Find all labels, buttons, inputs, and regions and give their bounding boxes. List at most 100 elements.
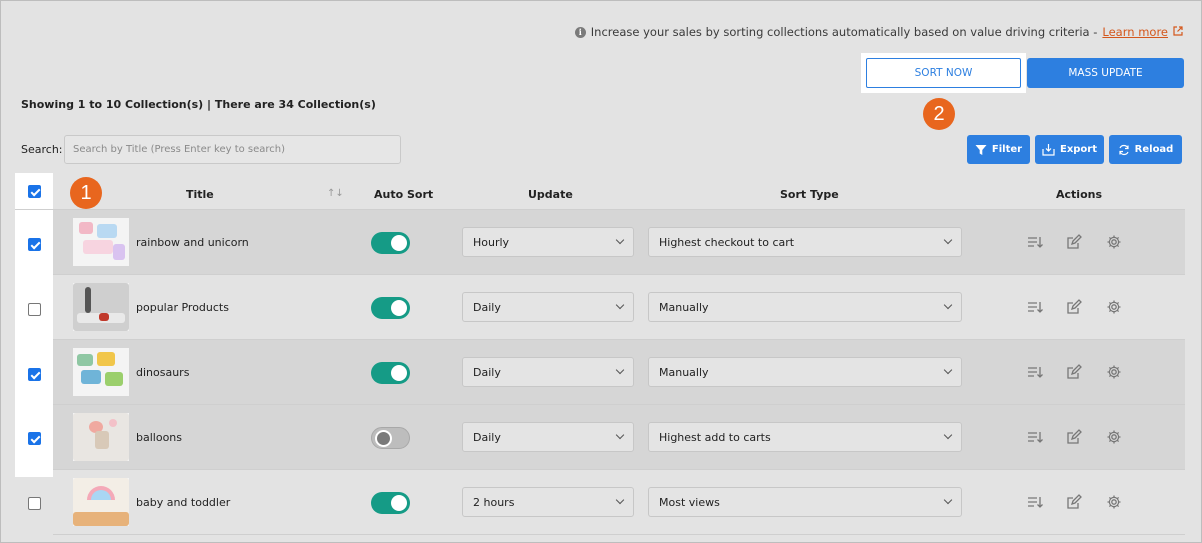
- edit-icon[interactable]: [1066, 494, 1082, 510]
- chevron-down-icon: [943, 365, 953, 375]
- chevron-down-icon: [943, 235, 953, 245]
- mass-update-button[interactable]: MASS UPDATE: [1027, 58, 1184, 88]
- edit-icon[interactable]: [1066, 234, 1082, 250]
- row-checkbox[interactable]: [28, 432, 41, 445]
- auto-sort-toggle[interactable]: [371, 297, 410, 319]
- update-select[interactable]: Daily: [462, 422, 634, 452]
- edit-icon[interactable]: [1066, 299, 1082, 315]
- gear-icon[interactable]: [1106, 364, 1122, 380]
- column-actions: Actions: [1056, 188, 1102, 201]
- auto-sort-toggle[interactable]: [371, 362, 410, 384]
- update-select[interactable]: Daily: [462, 357, 634, 387]
- sort-list-icon[interactable]: [1027, 299, 1043, 315]
- reload-icon: [1119, 144, 1129, 155]
- step-badge-1: 1: [70, 177, 102, 209]
- reload-button[interactable]: Reload: [1109, 135, 1182, 164]
- sort-type-value: Manually: [659, 365, 709, 379]
- collection-thumbnail: [73, 413, 129, 461]
- table-row: rainbow and unicorn Hourly Highest check…: [53, 210, 1185, 275]
- row-checkbox[interactable]: [28, 497, 41, 510]
- learn-more-link[interactable]: Learn more: [1102, 25, 1168, 39]
- update-value: Daily: [473, 430, 501, 444]
- sort-type-value: Most views: [659, 495, 720, 509]
- collection-title[interactable]: baby and toddler: [136, 496, 230, 509]
- filter-button[interactable]: Filter: [967, 135, 1030, 164]
- column-title[interactable]: Title: [186, 188, 214, 201]
- sort-type-select[interactable]: Highest add to carts: [648, 422, 962, 452]
- search-input[interactable]: [64, 135, 401, 164]
- filter-icon: [975, 144, 987, 155]
- sort-type-select[interactable]: Highest checkout to cart: [648, 227, 962, 257]
- collection-title[interactable]: dinosaurs: [136, 366, 189, 379]
- update-select[interactable]: Daily: [462, 292, 634, 322]
- column-sort-type: Sort Type: [780, 188, 839, 201]
- collection-thumbnail: [73, 218, 129, 266]
- update-value: Hourly: [473, 235, 510, 249]
- sort-type-select[interactable]: Manually: [648, 357, 962, 387]
- sort-list-icon[interactable]: [1027, 494, 1043, 510]
- update-value: 2 hours: [473, 495, 515, 509]
- update-select[interactable]: 2 hours: [462, 487, 634, 517]
- sort-type-select[interactable]: Manually: [648, 292, 962, 322]
- table-row: balloons Daily Highest add to carts: [53, 405, 1185, 470]
- row-checkbox[interactable]: [28, 238, 41, 251]
- sort-now-button[interactable]: SORT NOW: [866, 58, 1021, 88]
- edit-icon[interactable]: [1066, 364, 1082, 380]
- table-row: baby and toddler 2 hours Most views: [53, 470, 1185, 535]
- sort-type-value: Highest add to carts: [659, 430, 771, 444]
- sort-now-highlight: SORT NOW: [861, 53, 1026, 93]
- table-row: dinosaurs Daily Manually: [53, 340, 1185, 405]
- chevron-down-icon: [943, 495, 953, 505]
- reload-label: Reload: [1134, 144, 1174, 155]
- chevron-down-icon: [615, 430, 625, 440]
- external-link-icon[interactable]: [1173, 25, 1183, 39]
- sort-arrows-icon[interactable]: ↑↓: [327, 188, 344, 199]
- chevron-down-icon: [943, 430, 953, 440]
- update-value: Daily: [473, 365, 501, 379]
- search-label: Search:: [21, 143, 63, 156]
- sort-list-icon[interactable]: [1027, 429, 1043, 445]
- collection-thumbnail: [73, 478, 129, 526]
- app-frame: i Increase your sales by sorting collect…: [0, 0, 1202, 543]
- collection-thumbnail: [73, 283, 129, 331]
- export-label: Export: [1059, 144, 1098, 155]
- gear-icon[interactable]: [1106, 234, 1122, 250]
- collection-thumbnail: [73, 348, 129, 396]
- sort-list-icon[interactable]: [1027, 364, 1043, 380]
- info-text: Increase your sales by sorting collectio…: [590, 25, 1098, 39]
- gear-icon[interactable]: [1106, 299, 1122, 315]
- export-button[interactable]: Export: [1035, 135, 1104, 164]
- collection-title[interactable]: popular Products: [136, 301, 229, 314]
- sort-type-value: Manually: [659, 300, 709, 314]
- export-icon: [1042, 144, 1055, 156]
- auto-sort-toggle[interactable]: [371, 427, 410, 449]
- info-icon: i: [574, 26, 586, 38]
- gear-icon[interactable]: [1106, 494, 1122, 510]
- auto-sort-toggle[interactable]: [371, 492, 410, 514]
- sort-type-value: Highest checkout to cart: [659, 235, 795, 249]
- sort-type-select[interactable]: Most views: [648, 487, 962, 517]
- chevron-down-icon: [943, 300, 953, 310]
- step-badge-2: 2: [923, 98, 955, 130]
- column-update: Update: [528, 188, 573, 201]
- table-header: Title ↑↓ Auto Sort Update Sort Type Acti…: [15, 177, 1185, 210]
- chevron-down-icon: [615, 300, 625, 310]
- filter-label: Filter: [991, 144, 1023, 155]
- collection-title[interactable]: rainbow and unicorn: [136, 236, 249, 249]
- collection-title[interactable]: balloons: [136, 431, 182, 444]
- column-auto-sort: Auto Sort: [374, 188, 434, 201]
- select-all-checkbox[interactable]: [28, 185, 41, 198]
- chevron-down-icon: [615, 365, 625, 375]
- chevron-down-icon: [615, 235, 625, 245]
- collection-count-summary: Showing 1 to 10 Collection(s) | There ar…: [21, 98, 376, 111]
- sort-list-icon[interactable]: [1027, 234, 1043, 250]
- info-banner: i Increase your sales by sorting collect…: [574, 25, 1183, 39]
- auto-sort-toggle[interactable]: [371, 232, 410, 254]
- edit-icon[interactable]: [1066, 429, 1082, 445]
- table-row: popular Products Daily Manually: [53, 275, 1185, 340]
- update-value: Daily: [473, 300, 501, 314]
- row-checkbox[interactable]: [28, 368, 41, 381]
- gear-icon[interactable]: [1106, 429, 1122, 445]
- update-select[interactable]: Hourly: [462, 227, 634, 257]
- row-checkbox[interactable]: [28, 303, 41, 316]
